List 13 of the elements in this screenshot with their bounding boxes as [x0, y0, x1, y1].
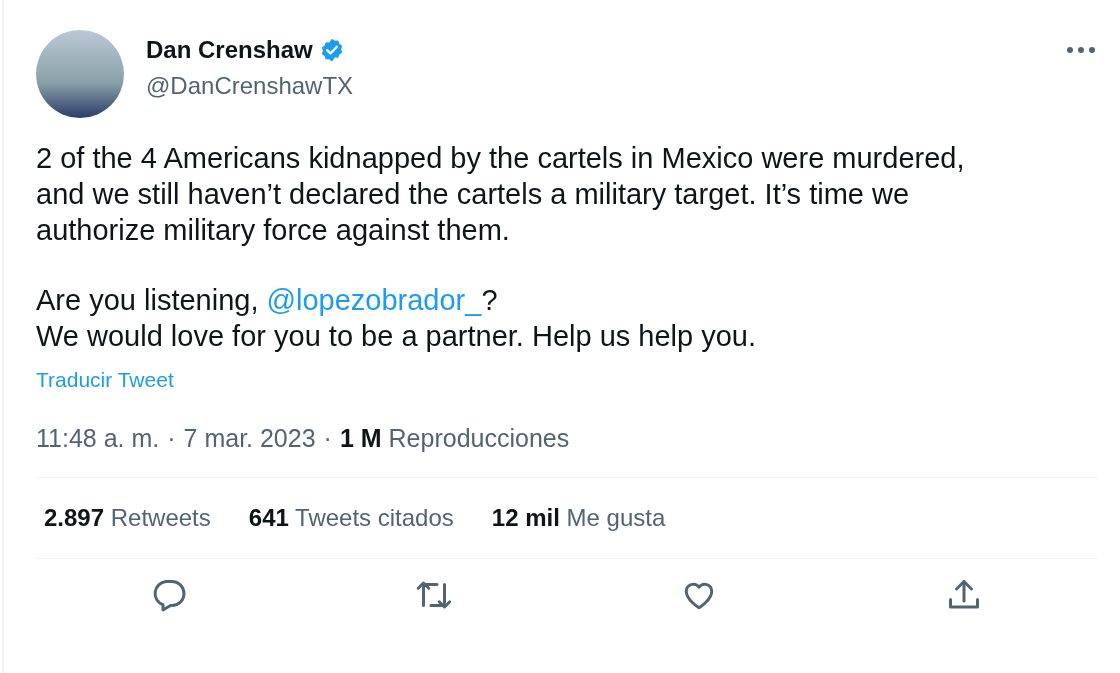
tweet-time[interactable]: 11:48 a. m. — [36, 424, 160, 453]
separator-dot: · — [323, 424, 332, 453]
stat-link[interactable]: 641 Tweets citados — [248, 504, 454, 532]
tweet-text: We would love for you to be a partner. Help us help you. — [36, 319, 758, 354]
separator-dot: · — [167, 424, 176, 453]
stat-link[interactable]: 12 mil Me gusta — [491, 504, 666, 532]
tweet-text: Are you listening, @lopezobrador_? — [36, 283, 499, 318]
stat-link[interactable]: 2.897 Retweets — [44, 504, 211, 532]
author-handle[interactable]: @DanCrenshawTX — [146, 72, 1044, 100]
tweet-text: 2 of the 4 Americans kidnapped by the cartels in Mexico were murdered, and we still haven’t declared the cartels a military target. It’s time we authorize military force against them. — [36, 141, 966, 248]
author-name[interactable]: Dan Crenshaw — [146, 36, 313, 64]
views-count: 1 M Reproducciones — [339, 424, 570, 453]
tweet-date[interactable]: 7 mar. 2023 — [183, 424, 316, 453]
